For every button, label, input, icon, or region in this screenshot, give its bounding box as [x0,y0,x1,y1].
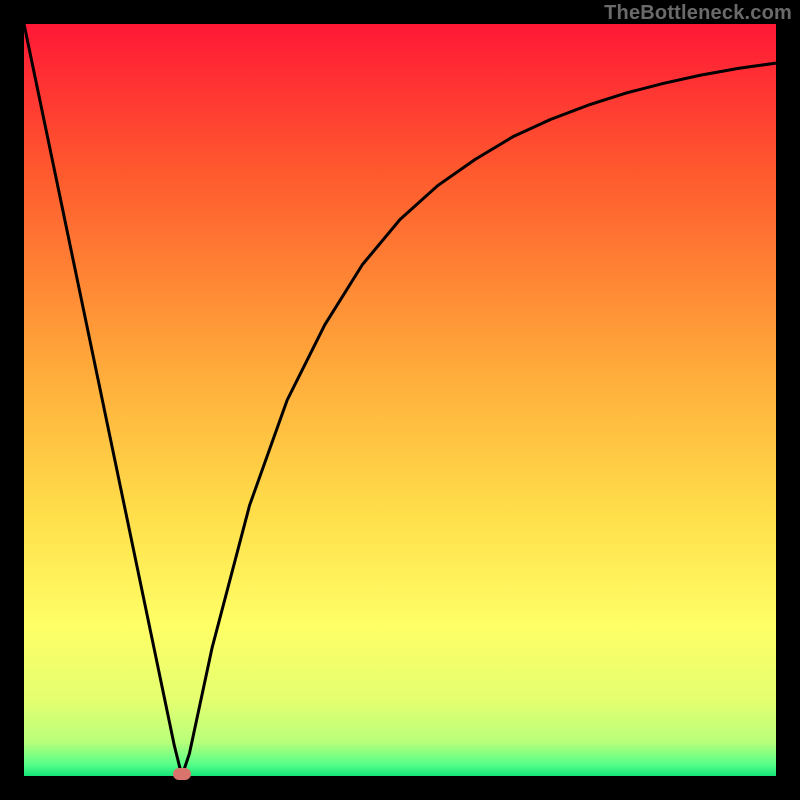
plot-area [24,24,776,776]
watermark-text: TheBottleneck.com [604,2,792,25]
gradient-background [24,24,776,776]
bottleneck-chart [24,24,776,776]
minimum-marker [173,768,191,780]
